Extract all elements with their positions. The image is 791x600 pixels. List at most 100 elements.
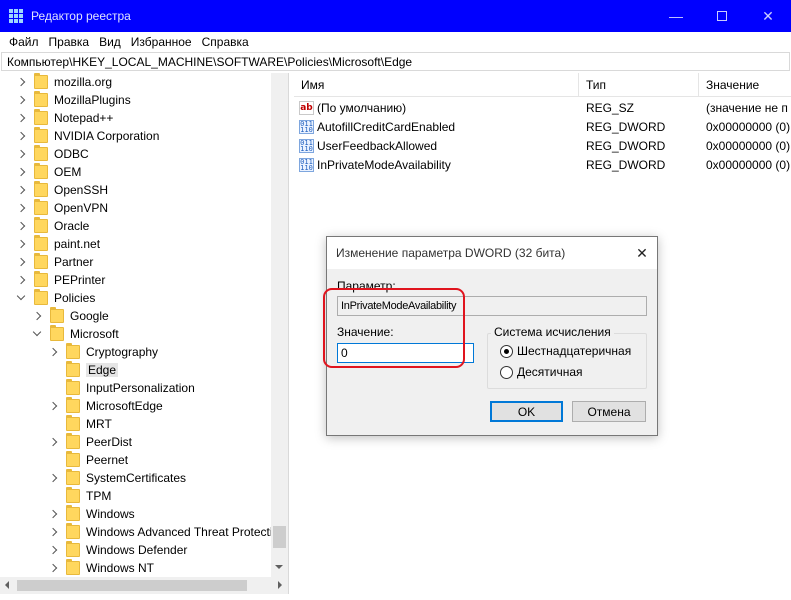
tree-item[interactable]: OpenSSH bbox=[16, 181, 108, 199]
tree-hscroll-thumb[interactable] bbox=[17, 580, 247, 591]
chevron-right-icon[interactable] bbox=[16, 131, 26, 141]
value-row[interactable]: ab (По умолчанию) REG_SZ (значение не п bbox=[294, 98, 791, 117]
tree-item[interactable]: Windows Advanced Threat Protection bbox=[48, 523, 286, 541]
column-header-value[interactable]: Значение bbox=[699, 73, 791, 97]
tree-item-label: MozillaPlugins bbox=[54, 93, 131, 107]
tree-item[interactable]: MozillaPlugins bbox=[16, 91, 131, 109]
menu-view[interactable]: Вид bbox=[94, 35, 126, 49]
value-row[interactable]: 011 110 UserFeedbackAllowed REG_DWORD 0x000… bbox=[294, 136, 791, 155]
scroll-left-arrow-icon[interactable] bbox=[5, 581, 9, 589]
tree-item[interactable]: Partner bbox=[16, 253, 93, 271]
chevron-right-icon[interactable] bbox=[16, 239, 26, 249]
chevron-right-icon[interactable] bbox=[16, 275, 26, 285]
radio-hexadecimal[interactable]: Шестнадцатеричная bbox=[500, 344, 631, 358]
tree-item-label: PEPrinter bbox=[54, 273, 106, 287]
chevron-right-icon[interactable] bbox=[16, 95, 26, 105]
tree-item[interactable]: OEM bbox=[16, 163, 81, 181]
close-window-button[interactable]: ✕ bbox=[745, 0, 791, 32]
tree-item[interactable]: PEPrinter bbox=[16, 271, 105, 289]
string-value-icon: ab bbox=[299, 100, 314, 115]
tree-item[interactable]: SystemCertificates bbox=[48, 469, 186, 487]
tree-item[interactable]: paint.net bbox=[16, 235, 100, 253]
list-header: Имя Тип Значение bbox=[294, 73, 791, 97]
tree-item[interactable]: Peernet bbox=[48, 451, 128, 469]
chevron-right-icon[interactable] bbox=[16, 77, 26, 87]
minimize-button[interactable]: — bbox=[653, 0, 699, 32]
chevron-right-icon[interactable] bbox=[48, 545, 58, 555]
tree-item[interactable]: Windows bbox=[48, 505, 135, 523]
tree-item[interactable]: Notepad++ bbox=[16, 109, 113, 127]
column-header-type[interactable]: Тип bbox=[579, 73, 699, 97]
key-tree[interactable]: mozilla.org MozillaPlugins Notepad++ NVIDIA… bbox=[0, 73, 288, 577]
chevron-right-icon[interactable] bbox=[16, 149, 26, 159]
value-data-input[interactable]: 0 bbox=[337, 343, 474, 363]
dialog-close-button[interactable]: ✕ bbox=[627, 237, 657, 269]
ok-button[interactable]: OK bbox=[490, 401, 563, 422]
radio-checked-icon[interactable] bbox=[500, 344, 513, 358]
tree-item[interactable]: mozilla.org bbox=[16, 73, 112, 91]
tree-item[interactable]: ODBC bbox=[16, 145, 89, 163]
value-name-cell: 011 110 UserFeedbackAllowed bbox=[299, 136, 579, 155]
tree-scroll-thumb[interactable] bbox=[273, 526, 286, 548]
address-bar[interactable]: Компьютер\HKEY_LOCAL_MACHINE\SOFTWARE\Po… bbox=[1, 52, 790, 71]
folder-icon bbox=[66, 397, 80, 413]
radio-decimal[interactable]: Десятичная bbox=[500, 365, 583, 379]
chevron-down-icon[interactable] bbox=[32, 329, 42, 339]
chevron-right-icon[interactable] bbox=[48, 401, 58, 411]
tree-horizontal-scrollbar[interactable] bbox=[0, 577, 288, 594]
address-path: Компьютер\HKEY_LOCAL_MACHINE\SOFTWARE\Po… bbox=[7, 54, 413, 69]
radio-hexadecimal-label: Шестнадцатеричная bbox=[517, 344, 632, 358]
tree-item[interactable]: Google bbox=[32, 307, 109, 325]
cancel-button[interactable]: Отмена bbox=[572, 401, 646, 422]
chevron-right-icon[interactable] bbox=[16, 257, 26, 267]
value-type: REG_DWORD bbox=[586, 157, 666, 172]
tree-item[interactable]: Windows NT bbox=[48, 559, 154, 577]
tree-vertical-scrollbar[interactable] bbox=[271, 73, 288, 577]
tree-item[interactable]: Cryptography bbox=[48, 343, 158, 361]
tree-item[interactable]: Edge bbox=[48, 361, 119, 379]
tree-item-label: OpenVPN bbox=[54, 201, 109, 215]
tree-item[interactable]: InputPersonalization bbox=[48, 379, 195, 397]
scroll-right-arrow-icon[interactable] bbox=[278, 581, 282, 589]
tree-item[interactable]: TPM bbox=[48, 487, 111, 505]
tree-item[interactable]: Policies bbox=[16, 289, 95, 307]
chevron-right-icon[interactable] bbox=[16, 167, 26, 177]
value-data-label: Значение: bbox=[337, 325, 394, 339]
chevron-right-icon[interactable] bbox=[48, 473, 58, 483]
menu-edit[interactable]: Правка bbox=[44, 35, 95, 49]
tree-item[interactable]: Oracle bbox=[16, 217, 89, 235]
chevron-right-icon[interactable] bbox=[16, 113, 26, 123]
chevron-right-icon[interactable] bbox=[48, 509, 58, 519]
chevron-down-icon[interactable] bbox=[16, 293, 26, 303]
value-row[interactable]: 011 110 InPrivateModeAvailability REG_DWOR… bbox=[294, 155, 791, 174]
base-group-title: Система исчисления bbox=[491, 325, 614, 339]
chevron-right-icon[interactable] bbox=[48, 437, 58, 447]
chevron-right-icon[interactable] bbox=[16, 185, 26, 195]
tree-item[interactable]: PeerDist bbox=[48, 433, 132, 451]
value-row[interactable]: 011 110 AutofillCreditCardEnabled REG_DWOR… bbox=[294, 117, 791, 136]
maximize-button[interactable] bbox=[699, 0, 745, 32]
tree-item[interactable]: Windows Defender bbox=[48, 541, 187, 559]
value-name-cell: 011 110 AutofillCreditCardEnabled bbox=[299, 117, 579, 136]
chevron-right-icon[interactable] bbox=[48, 527, 58, 537]
chevron-right-icon[interactable] bbox=[48, 563, 58, 573]
chevron-right-icon[interactable] bbox=[48, 347, 58, 357]
value-name-cell: ab (По умолчанию) bbox=[299, 98, 579, 117]
column-header-name[interactable]: Имя bbox=[294, 73, 579, 97]
folder-icon bbox=[34, 253, 48, 269]
scroll-down-arrow-icon[interactable] bbox=[275, 565, 283, 569]
folder-icon bbox=[66, 523, 80, 539]
tree-item[interactable]: Microsoft bbox=[32, 325, 119, 343]
tree-item[interactable]: OpenVPN bbox=[16, 199, 108, 217]
tree-item[interactable]: MRT bbox=[48, 415, 112, 433]
chevron-right-icon[interactable] bbox=[16, 221, 26, 231]
menu-file[interactable]: Файл bbox=[4, 35, 44, 49]
menu-favorites[interactable]: Избранное bbox=[126, 35, 197, 49]
tree-item[interactable]: MicrosoftEdge bbox=[48, 397, 163, 415]
chevron-right-icon[interactable] bbox=[16, 203, 26, 213]
tree-item[interactable]: NVIDIA Corporation bbox=[16, 127, 159, 145]
folder-icon bbox=[34, 235, 48, 251]
menu-help[interactable]: Справка bbox=[197, 35, 254, 49]
radio-unchecked-icon[interactable] bbox=[500, 365, 513, 379]
chevron-right-icon[interactable] bbox=[32, 311, 42, 321]
